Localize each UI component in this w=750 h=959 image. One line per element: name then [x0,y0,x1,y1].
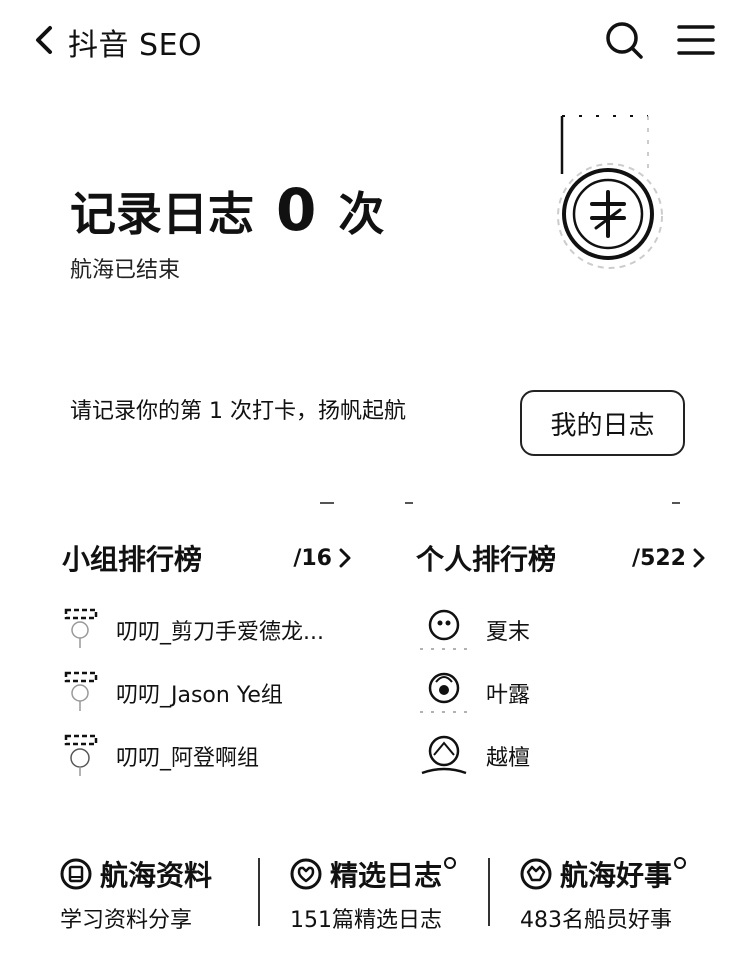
chevron-left-icon[interactable] [30,24,60,56]
feature-subtitle: 151篇精选日志 [290,908,442,933]
group-ranking-row[interactable]: 叨叨_剪刀手爱德龙... [62,598,352,661]
smile-icon [520,858,552,890]
divider-dash [320,502,334,504]
menu-icon[interactable] [676,22,716,58]
log-count-heading: 记录日志 0 次 [70,176,384,244]
group-name: 叨叨_阿登啊组 [116,745,260,771]
chevron-right-icon [339,548,351,568]
notification-dot [674,857,687,869]
log-count-suffix: 次 [338,187,385,241]
personal-ranking-panel: 个人排行榜 /522 夏末 叶露 越檀 [416,536,706,787]
book-icon [60,858,92,890]
my-log-button[interactable]: 我的日志 [520,390,685,456]
personal-ranking-row[interactable]: 越檀 [416,724,706,787]
group-ranking-panel: 小组排行榜 /16 叨叨_剪刀手爱德龙... 叨叨_Jason Ye组 叨叨_阿… [62,536,352,787]
group-avatar-icon [64,734,98,776]
group-avatar-icon [64,671,98,711]
log-count-prefix: 记录日志 [70,187,254,241]
medal-icon [557,115,663,269]
heart-icon [290,858,322,890]
personal-ranking-more-link[interactable]: /522 [632,546,706,571]
feature-title: 航海好事 [560,859,673,892]
group-ranking-title: 小组排行榜 [62,543,203,576]
feature-voyage-good-news[interactable]: 航海好事 483名船员好事 [520,850,740,934]
user-avatar-icon [421,735,467,774]
search-icon[interactable] [604,20,644,60]
first-checkin-prompt: 请记录你的第 1 次打卡，扬帆起航 [70,399,406,424]
top-nav-bar: 抖音 SEO [0,0,750,80]
group-name: 叨叨_剪刀手爱德龙... [116,619,324,645]
feature-subtitle: 学习资料分享 [60,908,193,933]
group-ranking-row[interactable]: 叨叨_阿登啊组 [62,724,352,787]
feature-subtitle: 483名船员好事 [520,908,672,933]
group-ranking-row[interactable]: 叨叨_Jason Ye组 [62,661,352,724]
personal-ranking-title: 个人排行榜 [416,543,557,576]
chevron-right-icon [693,548,705,568]
divider-dash [672,502,680,504]
feature-entry-bar: 航海资料 学习资料分享 精选日志 151篇精选日志 航海好事 483名船员好事 [0,850,750,940]
user-name: 夏末 [486,619,531,645]
personal-ranking-count: /522 [632,545,686,571]
feature-divider [488,858,490,926]
feature-title: 精选日志 [330,859,443,892]
feature-title: 航海资料 [100,859,213,892]
personal-ranking-row[interactable]: 叶露 [416,661,706,724]
personal-ranking-row[interactable]: 夏末 [416,598,706,661]
user-avatar-icon [420,609,468,650]
group-ranking-more-link[interactable]: /16 [293,546,352,571]
group-name: 叨叨_Jason Ye组 [116,682,283,708]
voyage-status: 航海已结束 [70,258,181,283]
feature-divider [258,858,260,926]
notification-dot [444,857,457,869]
user-avatar-icon [420,672,468,713]
log-count-value: 0 [276,176,317,244]
group-avatar-icon [64,608,98,648]
feature-voyage-materials[interactable]: 航海资料 学习资料分享 [60,850,280,934]
group-ranking-count: /16 [293,545,332,571]
page-title: 抖音 SEO [68,28,203,63]
divider-dash [405,502,413,504]
user-name: 越檀 [486,745,531,771]
user-name: 叶露 [486,682,531,708]
feature-selected-logs[interactable]: 精选日志 151篇精选日志 [290,850,510,934]
